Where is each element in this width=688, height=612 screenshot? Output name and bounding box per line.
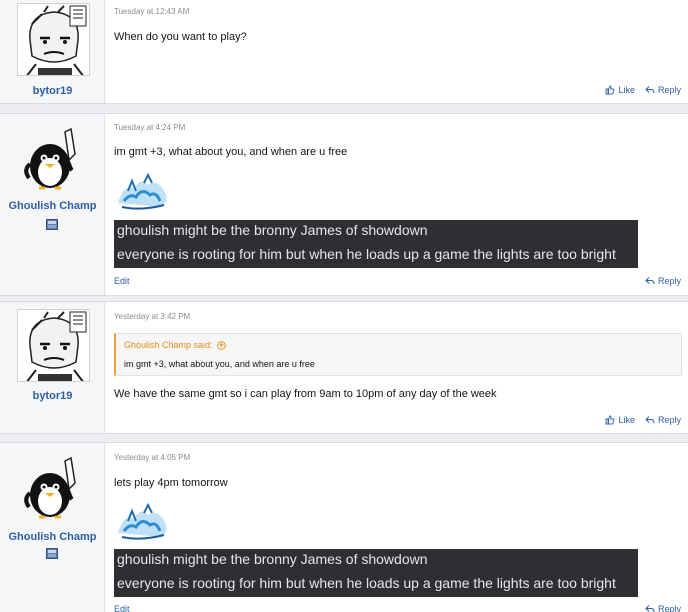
flag-icon <box>46 546 58 559</box>
avatar[interactable] <box>17 3 90 76</box>
reply-button[interactable]: Reply <box>645 85 681 95</box>
message-cell: Yesterday at 3:42 PM Ghoulish Champ said… <box>106 302 688 433</box>
post-actions: Reply <box>645 604 681 612</box>
username[interactable]: bytor19 <box>0 85 105 97</box>
avatar[interactable] <box>17 309 90 382</box>
like-label: Like <box>618 85 635 95</box>
reply-arrow-icon <box>645 416 655 424</box>
message-body: We have the same gmt so i can play from … <box>114 388 497 400</box>
username[interactable]: bytor19 <box>0 390 105 402</box>
message-cell: Tuesday at 12:43 AM When do you want to … <box>106 0 688 103</box>
post-timestamp[interactable]: Tuesday at 4:24 PM <box>114 123 185 132</box>
message-body: im gmt +3, what about you, and when are … <box>114 146 348 158</box>
signature-line-1: ghoulish might be the bronny James of sh… <box>117 551 428 567</box>
quote-text: im gmt +3, what about you, and when are … <box>124 359 315 369</box>
like-label: Like <box>618 415 635 425</box>
signature-logo <box>114 172 170 211</box>
user-cell: Ghoulish Champ <box>0 443 105 612</box>
post-actions: Like Reply <box>605 85 681 95</box>
message-cell: Tuesday at 4:24 PM im gmt +3, what about… <box>106 114 688 295</box>
reply-label: Reply <box>657 85 681 95</box>
post-timestamp[interactable]: Yesterday at 4:05 PM <box>114 453 190 462</box>
reply-arrow-icon <box>645 86 655 94</box>
edit-button[interactable]: Edit <box>114 276 130 286</box>
reply-label: Reply <box>657 276 681 286</box>
thumbs-up-icon <box>606 85 615 95</box>
signature-line-2: everyone is rooting for him but when he … <box>117 575 616 591</box>
reply-button[interactable]: Reply <box>645 276 681 286</box>
post-timestamp[interactable]: Yesterday at 3:42 PM <box>114 312 190 321</box>
reply-arrow-icon <box>645 605 655 612</box>
signature-logo <box>114 502 170 541</box>
avatar[interactable] <box>17 126 90 199</box>
post: Ghoulish Champ Yesterday at 4:05 PM lets… <box>0 442 688 612</box>
flag-icon <box>46 217 58 230</box>
user-cell: bytor19 <box>0 0 105 103</box>
post: bytor19 Tuesday at 12:43 AM When do you … <box>0 0 688 104</box>
user-cell: bytor19 <box>0 302 105 433</box>
like-button[interactable]: Like <box>605 85 635 95</box>
signature-line-1: ghoulish might be the bronny James of sh… <box>117 222 428 238</box>
message-body: lets play 4pm tomorrow <box>114 477 228 489</box>
post: bytor19 Yesterday at 3:42 PM Ghoulish Ch… <box>0 301 688 434</box>
quote-author-text: Ghoulish Champ said: <box>124 340 213 350</box>
signature-line-2: everyone is rooting for him but when he … <box>117 246 616 262</box>
arrow-up-circle-icon[interactable] <box>216 340 226 350</box>
quote-author[interactable]: Ghoulish Champ said: <box>124 340 226 350</box>
message-cell: Yesterday at 4:05 PM lets play 4pm tomor… <box>106 443 688 612</box>
post-timestamp[interactable]: Tuesday at 12:43 AM <box>114 7 189 16</box>
reply-arrow-icon <box>645 277 655 285</box>
reply-button[interactable]: Reply <box>645 415 681 425</box>
avatar[interactable] <box>17 455 90 528</box>
reply-button[interactable]: Reply <box>645 604 681 612</box>
reply-label: Reply <box>657 604 681 612</box>
like-button[interactable]: Like <box>605 415 635 425</box>
thumbs-up-icon <box>606 415 615 425</box>
message-body: When do you want to play? <box>114 31 247 43</box>
post: Ghoulish Champ Tuesday at 4:24 PM im gmt… <box>0 113 688 296</box>
signature-banner: ghoulish might be the bronny James of sh… <box>114 220 638 268</box>
post-actions: Like Reply <box>605 415 681 425</box>
username[interactable]: Ghoulish Champ <box>0 200 105 212</box>
quote-block: Ghoulish Champ said: im gmt +3, what abo… <box>114 333 682 376</box>
reply-label: Reply <box>657 415 681 425</box>
signature-banner: ghoulish might be the bronny James of sh… <box>114 549 638 597</box>
post-actions: Reply <box>645 276 681 286</box>
username[interactable]: Ghoulish Champ <box>0 531 105 543</box>
edit-button[interactable]: Edit <box>114 604 130 612</box>
user-cell: Ghoulish Champ <box>0 114 105 295</box>
